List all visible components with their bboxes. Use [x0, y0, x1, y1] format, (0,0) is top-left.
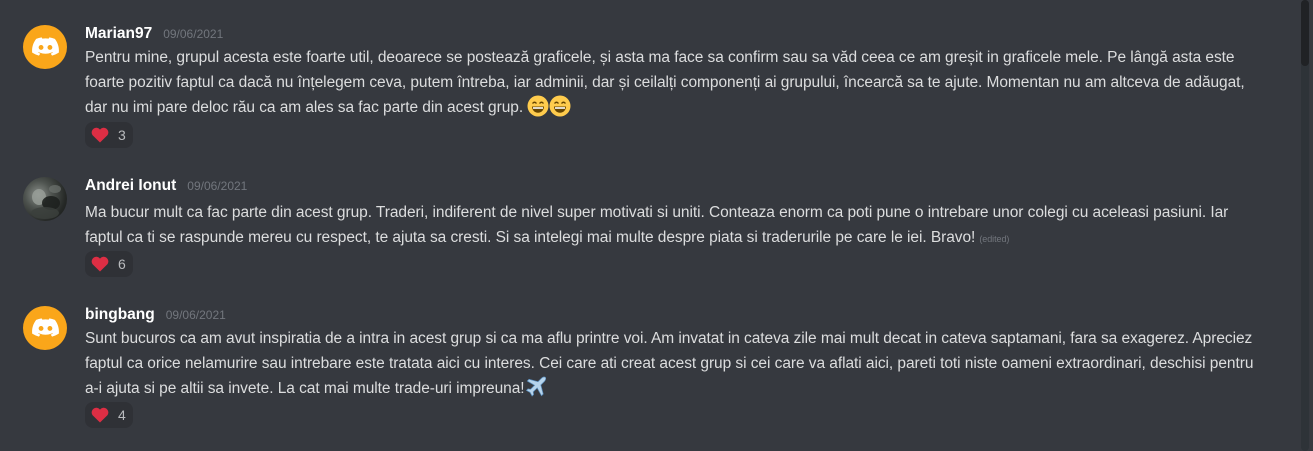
avatar[interactable]	[23, 177, 67, 221]
heart-icon	[91, 407, 109, 423]
discord-logo-icon	[31, 37, 59, 56]
edited-label: (edited)	[979, 233, 1010, 244]
message-item: Marian97 09/06/2021 Pentru mine, grupul …	[0, 0, 1290, 160]
message-content: Pentru mine, grupul acesta este foarte u…	[85, 46, 1255, 121]
username[interactable]: Andrei Ionut	[85, 177, 176, 195]
reaction-heart[interactable]: 4	[85, 402, 133, 428]
avatar[interactable]	[23, 25, 67, 69]
message-header: bingbang 09/06/2021	[85, 306, 226, 326]
message-text: Sunt bucuros ca am avut inspiratia de a …	[85, 330, 1254, 397]
scrollbar[interactable]	[1297, 0, 1313, 451]
message-text: Pentru mine, grupul acesta este foarte u…	[85, 49, 1245, 116]
heart-icon	[91, 256, 109, 272]
airplane-emoji	[525, 376, 546, 397]
timestamp[interactable]: 09/06/2021	[187, 179, 247, 193]
reaction-heart[interactable]: 3	[85, 122, 133, 148]
reaction-count: 3	[118, 127, 126, 143]
scroll-thumb[interactable]	[1301, 0, 1309, 66]
message-header: Marian97 09/06/2021	[85, 25, 223, 45]
reaction-count: 6	[118, 256, 126, 272]
grinning-face-emoji	[549, 95, 571, 117]
avatar[interactable]	[23, 306, 67, 350]
reaction-count: 4	[118, 407, 126, 423]
user-photo-avatar	[31, 185, 61, 219]
scroll-track[interactable]	[1301, 0, 1309, 451]
timestamp[interactable]: 09/06/2021	[163, 27, 223, 41]
message-content: Ma bucur mult ca fac parte din acest gru…	[85, 201, 1255, 251]
heart-icon	[91, 127, 109, 143]
username[interactable]: bingbang	[85, 306, 155, 324]
grinning-face-emoji	[527, 95, 549, 117]
message-header: Andrei Ionut 09/06/2021	[85, 177, 247, 197]
timestamp[interactable]: 09/06/2021	[166, 308, 226, 322]
discord-logo-icon	[31, 318, 59, 337]
reaction-heart[interactable]: 6	[85, 251, 133, 277]
message-content: Sunt bucuros ca am avut inspiratia de a …	[85, 327, 1255, 402]
username[interactable]: Marian97	[85, 25, 152, 43]
message-item: bingbang 09/06/2021 Sunt bucuros ca am a…	[0, 290, 1290, 451]
message-item: Andrei Ionut 09/06/2021 Ma bucur mult ca…	[0, 160, 1290, 290]
message-text: Ma bucur mult ca fac parte din acest gru…	[85, 204, 1229, 246]
